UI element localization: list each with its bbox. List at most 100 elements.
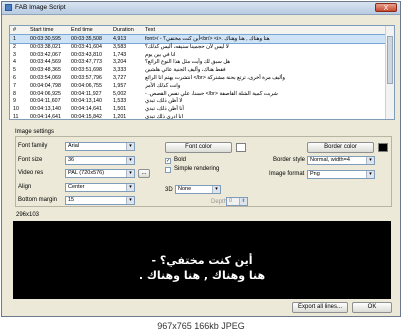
image-size-label: 296x103 <box>16 212 40 218</box>
cell-end: 00:04:15,842 <box>71 114 102 120</box>
subtitle-grid[interactable]: # Start time End time Duration Text 1 00:… <box>9 25 395 120</box>
bottom-margin-value: 15 <box>68 197 75 203</box>
cell-end: 00:03:57,796 <box>71 75 102 81</box>
table-row[interactable]: 11 00:04:14,641 00:04:15,842 1,201 انا ادري … <box>10 113 386 120</box>
export-all-lines-button[interactable]: Export all lines... <box>292 302 348 313</box>
cell-text: هنا وهناك , هنا وهناك .<br/> <i>أين كنت … <box>145 36 270 42</box>
align-value: Center <box>68 184 85 190</box>
bold-checkbox[interactable]: ✓ <box>165 158 171 164</box>
font-size-label: Font size <box>18 157 43 163</box>
font-size-value: 36 <box>68 157 75 163</box>
depth-label: Depth <box>211 199 228 205</box>
image-settings-label: Image settings <box>15 129 55 135</box>
cell-dur: 1,533 <box>113 98 127 105</box>
cell-dur: 3,727 <box>113 75 127 81</box>
cell-text: لا أظن ذلك، تبدي <box>145 98 183 105</box>
bold-label: Bold <box>174 157 187 163</box>
border-style-label: Border style <box>273 157 306 163</box>
cell-start: 00:03:42,067 <box>30 51 61 58</box>
font-color-swatch[interactable] <box>236 143 246 152</box>
cell-dur: 1,501 <box>113 106 127 113</box>
three-d-value: None <box>178 186 192 192</box>
cell-start: 00:04:06,925 <box>30 90 61 97</box>
border-style-value: Normal, width=4 <box>310 157 350 163</box>
subtitle-preview: أين كنت مختفي؟ - هنا وهناك , هنا وهناك . <box>13 221 391 299</box>
cell-start: 00:03:44,569 <box>30 59 61 66</box>
cell-dur: 1,743 <box>113 51 127 58</box>
border-color-button[interactable]: Border color <box>307 142 374 153</box>
cell-start: 00:04:04,798 <box>30 82 61 89</box>
cell-start: 00:03:48,365 <box>30 67 61 74</box>
cell-dur: 1,201 <box>113 114 127 120</box>
three-d-select[interactable]: None ▾ <box>175 185 221 194</box>
cell-end: 00:04:14,641 <box>71 106 102 113</box>
font-color-button[interactable]: Font color <box>165 142 232 153</box>
cell-text: انا في بين يوم <box>145 51 176 58</box>
cell-n: 4 <box>13 59 16 66</box>
cell-n: 1 <box>13 36 16 42</box>
cell-dur: 3,204 <box>113 59 127 66</box>
cell-end: 00:03:35,508 <box>71 36 102 42</box>
cell-text: شربت كمية الشلة القاصفة <br/> حسنا، علي … <box>145 90 278 97</box>
bottom-margin-select[interactable]: 15 ▾ <box>65 196 135 205</box>
cell-n: 10 <box>13 106 19 113</box>
font-size-select[interactable]: 36 ▾ <box>65 156 135 165</box>
depth-spinner[interactable]: 0 ⬍ <box>226 197 248 206</box>
cell-end: 00:04:13,140 <box>71 98 102 105</box>
simple-rendering-label: Simple rendering <box>174 166 220 172</box>
cell-dur: 1,957 <box>113 82 127 89</box>
cell-end: 00:03:51,698 <box>71 67 102 74</box>
col-header-text[interactable]: Text <box>145 27 155 33</box>
border-color-swatch[interactable] <box>378 143 388 152</box>
spinner-icon: ⬍ <box>239 198 247 205</box>
chevron-down-icon: ▾ <box>126 157 134 164</box>
col-header-end[interactable]: End time <box>71 27 93 33</box>
video-res-value: PAL (720x576) <box>68 170 105 176</box>
cell-n: 6 <box>13 75 16 81</box>
cell-n: 5 <box>13 67 16 74</box>
cell-end: 00:03:41,604 <box>71 43 102 50</box>
cell-end: 00:04:11,927 <box>71 90 102 97</box>
cell-n: 11 <box>13 114 19 120</box>
cell-end: 00:03:43,810 <box>71 51 102 58</box>
font-family-label: Font family <box>18 143 48 149</box>
preview-line-2: هنا وهناك , هنا وهناك . <box>138 269 266 282</box>
fab-image-script-window: FAB Image Script X # Start time End time… <box>1 1 401 317</box>
cell-text: وأليف مرة أخرى، ترتع بحنة مشتركة <br/> ا… <box>145 75 285 81</box>
cell-dur: 5,002 <box>113 90 127 97</box>
col-header-number[interactable]: # <box>13 27 16 33</box>
preview-line-1: أين كنت مختفي؟ - <box>151 254 253 267</box>
chevron-down-icon: ▾ <box>366 157 374 164</box>
cell-end: 00:03:47,773 <box>71 59 102 66</box>
chevron-down-icon: ▾ <box>212 186 220 193</box>
chevron-down-icon: ▾ <box>126 197 134 204</box>
image-caption: 967x765 166kb JPEG <box>0 319 402 333</box>
chevron-down-icon: ▾ <box>366 171 374 178</box>
video-res-select[interactable]: PAL (720x576) ▾ <box>65 169 135 178</box>
app-icon <box>5 4 12 11</box>
font-family-value: Arial <box>68 143 80 149</box>
ok-button[interactable]: OK <box>352 302 392 313</box>
grid-scrollbar[interactable] <box>385 26 394 119</box>
cell-text: أنا أظن ذلك، تبدي <box>145 106 184 113</box>
align-select[interactable]: Center ▾ <box>65 183 135 192</box>
border-style-select[interactable]: Normal, width=4 ▾ <box>307 156 375 165</box>
col-header-start[interactable]: Start time <box>30 27 54 33</box>
video-res-more-button[interactable]: ... <box>138 169 150 178</box>
align-label: Align <box>18 184 32 190</box>
col-header-duration[interactable]: Duration <box>113 27 134 33</box>
cell-start: 00:04:11,607 <box>30 98 61 105</box>
bottom-margin-label: Bottom margin <box>18 197 58 203</box>
cell-text: هل سبق لك وأيت مثل هذا النوع الرائع؟ <box>145 59 231 66</box>
font-family-select[interactable]: Arial ▾ <box>65 142 135 151</box>
image-format-select[interactable]: Png ▾ <box>307 170 375 179</box>
cell-n: 3 <box>13 51 16 58</box>
cell-n: 8 <box>13 90 16 97</box>
chevron-down-icon: ▾ <box>126 143 134 150</box>
grid-scrollbar-thumb[interactable] <box>387 36 393 84</box>
three-d-label: 3D <box>165 187 173 193</box>
simple-rendering-checkbox[interactable] <box>165 167 171 173</box>
cell-start: 00:04:14,641 <box>30 114 61 120</box>
image-format-label: Image format <box>269 171 305 177</box>
close-button[interactable]: X <box>375 3 397 12</box>
